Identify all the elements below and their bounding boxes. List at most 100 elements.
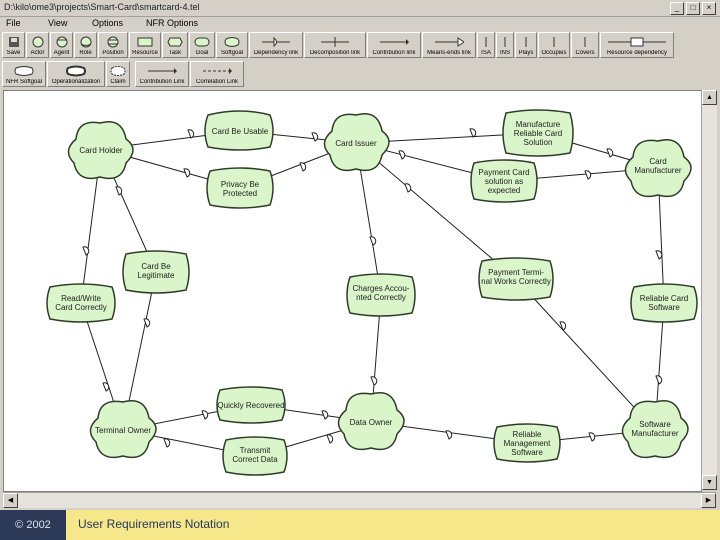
tool-correlation-link[interactable]: Correlation Link — [190, 61, 244, 87]
dependency-marker — [187, 129, 195, 139]
softgoal-quickly-recovered[interactable]: Quickly Recovered — [216, 386, 286, 424]
dependency-marker — [445, 430, 453, 440]
role-icon — [80, 36, 91, 48]
sd-diagram[interactable]: Card Holder Card Issuer Card Manufacture… — [4, 91, 701, 491]
dependency-marker — [398, 150, 406, 160]
softgoal-label: Card Correctly — [55, 303, 107, 312]
tool-plays[interactable]: Plays — [515, 32, 537, 58]
softgoal-label: Legitimate — [138, 271, 175, 280]
softgoal-icon — [224, 37, 240, 47]
dependency-marker — [404, 183, 412, 193]
dependency-marker — [311, 132, 319, 142]
softgoal-card-be-legitimate[interactable]: Card Be Legitimate — [122, 250, 190, 294]
actor-card-manufacturer[interactable]: Card Manufacturer — [624, 139, 692, 198]
tool-label: Plays — [518, 50, 534, 56]
actor-data-owner[interactable]: Data Owner — [337, 392, 405, 451]
application-window: D:\kilo\ome3\projects\Smart-Card\smartca… — [0, 0, 720, 510]
dependency-marker — [469, 128, 477, 138]
tool-covers[interactable]: Covers — [571, 32, 599, 58]
actor-software-manufacturer[interactable]: Software Manufacturer — [621, 400, 689, 459]
tool-isa[interactable]: ISA — [477, 32, 495, 58]
tool-actor[interactable]: Actor — [26, 32, 49, 58]
tool-role[interactable]: Role — [74, 32, 97, 58]
softgoal-payment-card-solution[interactable]: Payment Card solution as expected — [470, 159, 538, 203]
actor-card-issuer[interactable]: Card Issuer — [323, 113, 390, 172]
tool-position[interactable]: Position — [98, 32, 128, 58]
softgoal-privacy-be-protected[interactable]: Privacy Be Protected — [206, 167, 274, 209]
claim-icon — [110, 66, 126, 76]
scroll-left-icon[interactable]: ◀ — [3, 493, 18, 508]
tool-nfr-softgoal[interactable]: NFR Softgoal — [2, 61, 46, 87]
minimize-button[interactable]: _ — [670, 2, 684, 15]
tool-ins[interactable]: INS — [496, 32, 514, 58]
tool-contribution-link[interactable]: Contribution link — [367, 32, 421, 58]
dependency-marker — [369, 236, 377, 246]
tool-resource-dependency[interactable]: Resource dependency — [600, 32, 674, 58]
softgoal-label: expected — [488, 186, 520, 195]
tool-label: Means-ends link — [427, 50, 471, 56]
tool-label: Dependency link — [253, 50, 299, 56]
maximize-button[interactable]: □ — [686, 2, 700, 15]
tool-operationalization[interactable]: Operationalization — [47, 61, 105, 87]
isa-icon — [485, 37, 487, 47]
footer-title-bar: User Requirements Notation — [66, 510, 720, 540]
softgoal-charges-accounted-correctly[interactable]: Charges Accou- nted Correctly — [346, 273, 416, 317]
tool-task[interactable]: Task — [162, 32, 188, 58]
softgoal-label: Card Be Usable — [212, 127, 269, 136]
softgoal-label: Transmit — [240, 446, 272, 455]
task-icon — [167, 37, 183, 47]
tool-goal[interactable]: Goal — [189, 32, 215, 58]
tool-label: NFR Softgoal — [5, 79, 42, 85]
menu-view[interactable]: View — [48, 18, 67, 28]
softgoal-read-write-card-correctly[interactable]: Read/Write Card Correctly — [46, 283, 116, 323]
correlation-link-icon — [203, 68, 232, 74]
softgoal-label: Protected — [223, 189, 257, 198]
model-canvas[interactable]: Card Holder Card Issuer Card Manufacture… — [3, 90, 702, 492]
close-button[interactable]: × — [702, 2, 716, 15]
tool-claim[interactable]: Claim — [106, 61, 130, 87]
tool-resource[interactable]: Resource — [129, 32, 161, 58]
softgoal-payment-terminal-works-correctly[interactable]: Payment Termi- nal Works Correctly — [478, 257, 554, 301]
dependency-marker — [559, 321, 567, 331]
tool-decomposition-link[interactable]: Decomposition link — [304, 32, 366, 58]
tool-means-ends-link[interactable]: Means-ends link — [422, 32, 476, 58]
tool-label: Position — [102, 50, 124, 56]
tool-label: Goal — [195, 50, 209, 56]
softgoal-label: solution as — [485, 177, 523, 186]
tool-save[interactable]: Save — [2, 32, 25, 58]
tool-label: Softgoal — [220, 50, 244, 56]
softgoal-reliable-card-software[interactable]: Reliable Card Software — [630, 283, 698, 323]
resource-dependency-icon — [608, 37, 666, 47]
means-ends-link-icon — [435, 37, 464, 47]
tool-nfr-contribution-link[interactable]: Contribution Link — [135, 61, 189, 87]
covers-icon — [584, 37, 586, 47]
scroll-right-icon[interactable]: ▶ — [701, 493, 716, 508]
tool-label: ISA — [481, 50, 491, 56]
softgoal-label: Solution — [524, 138, 553, 147]
vertical-scrollbar[interactable]: ▲ ▼ — [701, 90, 717, 490]
softgoal-card-be-usable[interactable]: Card Be Usable — [204, 110, 274, 151]
menu-options[interactable]: Options — [92, 18, 123, 28]
menu-file[interactable]: File — [6, 18, 21, 28]
tool-dependency-link[interactable]: Dependency link — [249, 32, 303, 58]
menu-nfr-options[interactable]: NFR Options — [146, 18, 198, 28]
tool-label: Claim — [110, 79, 126, 85]
softgoal-manufacture-reliable-card-solution[interactable]: Manufacture Reliable Card Solution — [502, 109, 574, 157]
actor-terminal-owner[interactable]: Terminal Owner — [89, 400, 157, 459]
actor-card-holder[interactable]: Card Holder — [67, 121, 134, 180]
tool-occupies[interactable]: Occupies — [538, 32, 570, 58]
softgoal-label: Payment Card — [478, 168, 529, 177]
softgoal-label: Manufacture — [516, 120, 561, 129]
softgoal-label: Privacy Be — [221, 180, 260, 189]
tool-label: Contribution link — [372, 50, 416, 56]
softgoal-reliable-management-software[interactable]: Reliable Management Software — [493, 423, 561, 463]
softgoal-transmit-correct-data[interactable]: Transmit Correct Data — [222, 436, 288, 476]
scroll-up-icon[interactable]: ▲ — [702, 90, 717, 105]
tool-agent[interactable]: Agent — [50, 32, 73, 58]
scroll-down-icon[interactable]: ▼ — [702, 475, 717, 490]
tool-softgoal[interactable]: Softgoal — [216, 32, 248, 58]
horizontal-scrollbar[interactable]: ◀ ▶ — [3, 492, 716, 508]
softgoal-label: Reliable Card — [640, 294, 688, 303]
dependency-marker — [326, 434, 334, 444]
softgoal-label: Software — [511, 448, 543, 457]
